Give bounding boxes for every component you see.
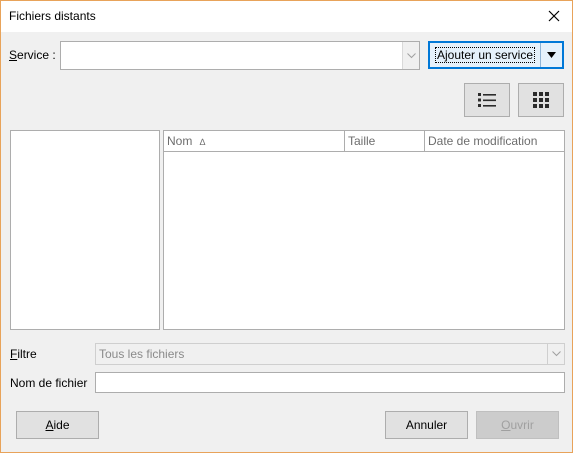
file-list-header: Nom ∆ Taille Date de modification bbox=[164, 131, 564, 152]
cancel-label: Annuler bbox=[405, 418, 448, 432]
open-label: Ouvrir bbox=[501, 418, 534, 432]
filename-label: Nom de fichier bbox=[10, 376, 88, 390]
filter-combobox[interactable]: Tous les fichiers bbox=[95, 343, 565, 365]
grid-view-icon bbox=[533, 92, 549, 108]
service-dropdown-button[interactable] bbox=[402, 42, 419, 69]
list-view-button[interactable] bbox=[464, 83, 510, 117]
folder-tree-panel[interactable] bbox=[10, 130, 160, 330]
service-label: Service : bbox=[9, 48, 56, 62]
add-service-button[interactable]: Ajouter un service bbox=[430, 43, 540, 67]
triangle-down-icon bbox=[547, 52, 556, 58]
column-name-header[interactable]: Nom ∆ bbox=[164, 131, 344, 151]
help-label: Aide bbox=[45, 418, 70, 432]
filter-value: Tous les fichiers bbox=[99, 347, 185, 361]
list-view-icon bbox=[478, 93, 496, 107]
filter-label: Filtre bbox=[10, 347, 37, 361]
grid-view-button[interactable] bbox=[518, 83, 564, 117]
column-size-label: Taille bbox=[348, 134, 376, 148]
filename-input[interactable] bbox=[95, 372, 565, 393]
service-combobox[interactable] bbox=[60, 41, 420, 70]
sort-ascending-icon: ∆ bbox=[199, 137, 206, 147]
close-icon bbox=[548, 10, 560, 22]
filter-dropdown-button[interactable] bbox=[547, 344, 564, 364]
add-service-split-button[interactable]: Ajouter un service bbox=[428, 41, 564, 69]
window-title: Fichiers distants bbox=[9, 9, 96, 23]
column-date-header[interactable]: Date de modification bbox=[425, 131, 564, 151]
add-service-label: Ajouter un service bbox=[434, 47, 536, 63]
chevron-down-icon bbox=[406, 52, 416, 58]
file-list-panel[interactable]: Nom ∆ Taille Date de modification bbox=[163, 130, 565, 330]
column-date-label: Date de modification bbox=[428, 134, 538, 148]
cancel-button[interactable]: Annuler bbox=[385, 411, 468, 439]
column-size-header[interactable]: Taille bbox=[345, 131, 425, 151]
close-button[interactable] bbox=[542, 4, 566, 28]
column-name-label: Nom bbox=[167, 134, 193, 148]
chevron-down-icon bbox=[551, 351, 561, 357]
open-button[interactable]: Ouvrir bbox=[476, 411, 559, 439]
remote-files-dialog: Fichiers distants Service : Ajouter un s… bbox=[0, 0, 573, 453]
title-bar: Fichiers distants bbox=[1, 1, 572, 32]
add-service-dropdown[interactable] bbox=[540, 43, 562, 67]
help-button[interactable]: Aide bbox=[16, 411, 99, 439]
